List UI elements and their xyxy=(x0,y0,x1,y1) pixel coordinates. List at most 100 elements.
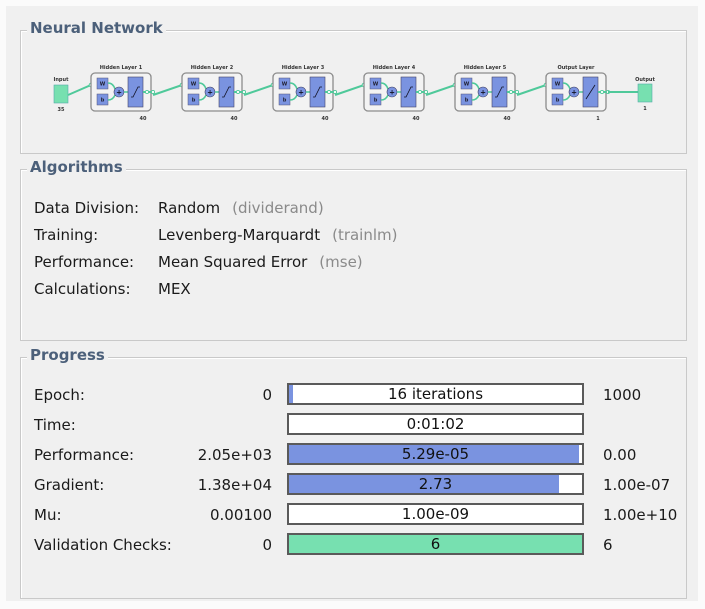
bias-label: b xyxy=(101,98,105,104)
progress-label: Validation Checks: xyxy=(34,536,172,554)
weight-label: W xyxy=(373,82,379,88)
progress-bar: 2.73 xyxy=(287,473,584,495)
input-block xyxy=(53,84,69,104)
weight-label: W xyxy=(100,82,106,88)
sum-icon: + xyxy=(480,89,486,97)
connection-node xyxy=(332,89,338,95)
layer-label: Hidden Layer 5 xyxy=(464,65,507,71)
layer-size: 40 xyxy=(322,116,329,122)
progress-current-value: 6 xyxy=(430,535,441,553)
algorithm-function: (trainlm) xyxy=(332,226,398,244)
progress-label: Gradient: xyxy=(34,476,105,494)
progress-current-value: 1.00e-09 xyxy=(401,505,470,523)
progress-bar: 6 xyxy=(287,533,584,555)
progress-end-value: 0.00 xyxy=(603,446,637,464)
progress-label: Epoch: xyxy=(34,386,85,404)
weight-label: W xyxy=(282,82,288,88)
algorithm-value: Random xyxy=(158,199,221,217)
progress-end-value: 1000 xyxy=(603,386,642,404)
layer-size: 1 xyxy=(596,116,600,122)
progress-bar: 5.29e-05 xyxy=(287,443,584,465)
connection-node xyxy=(599,89,605,95)
progress-current-value: 2.73 xyxy=(418,475,453,493)
weight-label: W xyxy=(555,82,561,88)
sum-icon: + xyxy=(207,89,213,97)
connection-node xyxy=(514,89,520,95)
progress-row-mu: Mu: 0.00100 1.00e-09 1.00e+10 xyxy=(21,503,686,531)
algorithm-value: Levenberg-Marquardt xyxy=(158,226,321,244)
layer-size: 40 xyxy=(140,116,147,122)
progress-row-performance: Performance: 2.05e+03 5.29e-05 0.00 xyxy=(21,443,686,471)
progress-row-gradient: Gradient: 1.38e+04 2.73 1.00e-07 xyxy=(21,473,686,501)
connection-node xyxy=(150,89,156,95)
progress-start-value: 0 xyxy=(262,536,272,554)
progress-current-value: 16 iterations xyxy=(387,385,484,403)
network-diagram: Input 35 Hidden Layer 1 Wb +40 Hidden Layer 2… xyxy=(53,65,656,122)
bias-label: b xyxy=(283,98,287,104)
bias-label: b xyxy=(374,98,378,104)
layer-label: Hidden Layer 2 xyxy=(191,65,234,71)
output-label: Output xyxy=(635,77,655,83)
progress-end-value: 6 xyxy=(603,536,613,554)
connection-node xyxy=(423,89,429,95)
bias-label: b xyxy=(465,98,469,104)
algorithm-label: Data Division: xyxy=(34,199,140,217)
progress-bar: 0:01:02 xyxy=(287,413,584,435)
algorithm-label: Performance: xyxy=(34,253,135,271)
algorithm-value: Mean Squared Error xyxy=(158,253,308,271)
connection-node xyxy=(417,89,423,95)
progress-current-value: 0:01:02 xyxy=(406,415,465,433)
training-window: Neural Network Input 35 Hidden Layer 1 Wb +4… xyxy=(6,6,698,601)
bias-label: b xyxy=(556,98,560,104)
connection-node xyxy=(144,89,150,95)
progress-row-validationchecks: Validation Checks: 0 6 6 xyxy=(21,533,686,561)
sum-icon: + xyxy=(571,89,577,97)
algorithms-title: Algorithms xyxy=(27,158,126,176)
algorithm-label: Calculations: xyxy=(34,280,131,298)
algorithm-row-performance: Performance: Mean Squared Error (mse) xyxy=(34,251,363,273)
neural-network-panel: Neural Network Input 35 Hidden Layer 1 Wb +4… xyxy=(20,19,687,154)
bias-label: b xyxy=(192,98,196,104)
algorithm-row-calculations: Calculations: MEX xyxy=(34,278,191,300)
algorithm-row-data-division: Data Division: Random (dividerand) xyxy=(34,197,324,219)
layer-size: 40 xyxy=(413,116,420,122)
algorithm-value: MEX xyxy=(158,280,191,298)
sum-icon: + xyxy=(389,89,395,97)
output-size: 1 xyxy=(643,106,647,112)
progress-bar: 1.00e-09 xyxy=(287,503,584,525)
sum-icon: + xyxy=(298,89,304,97)
layer-label: Hidden Layer 3 xyxy=(282,65,325,71)
connection-node xyxy=(326,89,332,95)
layer-label: Hidden Layer 1 xyxy=(100,65,143,71)
algorithms-panel: Algorithms Data Division: Random (dividera… xyxy=(20,158,687,341)
layer-label: Output Layer xyxy=(558,65,596,71)
connection-node xyxy=(241,89,247,95)
progress-row-time: Time: 0:01:02 xyxy=(21,413,686,441)
input-size: 35 xyxy=(58,107,65,113)
weight-label: W xyxy=(464,82,470,88)
progress-row-epoch: Epoch: 0 16 iterations 1000 xyxy=(21,383,686,411)
progress-panel: Progress Epoch: 0 16 iterations 1000 Time: 0:… xyxy=(20,346,687,599)
progress-end-value: 1.00e+10 xyxy=(603,506,678,524)
algorithm-function: (mse) xyxy=(319,253,363,271)
progress-title: Progress xyxy=(27,346,108,364)
progress-current-value: 5.29e-05 xyxy=(401,445,470,463)
connection-node xyxy=(508,89,514,95)
layer-size: 40 xyxy=(504,116,511,122)
progress-start-value: 0 xyxy=(262,386,272,404)
weight-label: W xyxy=(191,82,197,88)
layer-label: Hidden Layer 4 xyxy=(373,65,416,71)
progress-label: Time: xyxy=(34,416,76,434)
sum-icon: + xyxy=(116,89,122,97)
algorithm-function: (dividerand) xyxy=(232,199,324,217)
progress-label: Performance: xyxy=(34,446,135,464)
algorithm-row-training: Training: Levenberg-Marquardt (trainlm) xyxy=(34,224,398,246)
input-label: Input xyxy=(54,77,70,83)
progress-start-value: 0.00100 xyxy=(209,506,272,524)
progress-bar: 16 iterations xyxy=(287,383,584,405)
algorithm-label: Training: xyxy=(34,226,99,244)
output-block xyxy=(637,83,653,103)
progress-end-value: 1.00e-07 xyxy=(603,476,671,494)
progress-label: Mu: xyxy=(34,506,62,524)
connection-node xyxy=(235,89,241,95)
